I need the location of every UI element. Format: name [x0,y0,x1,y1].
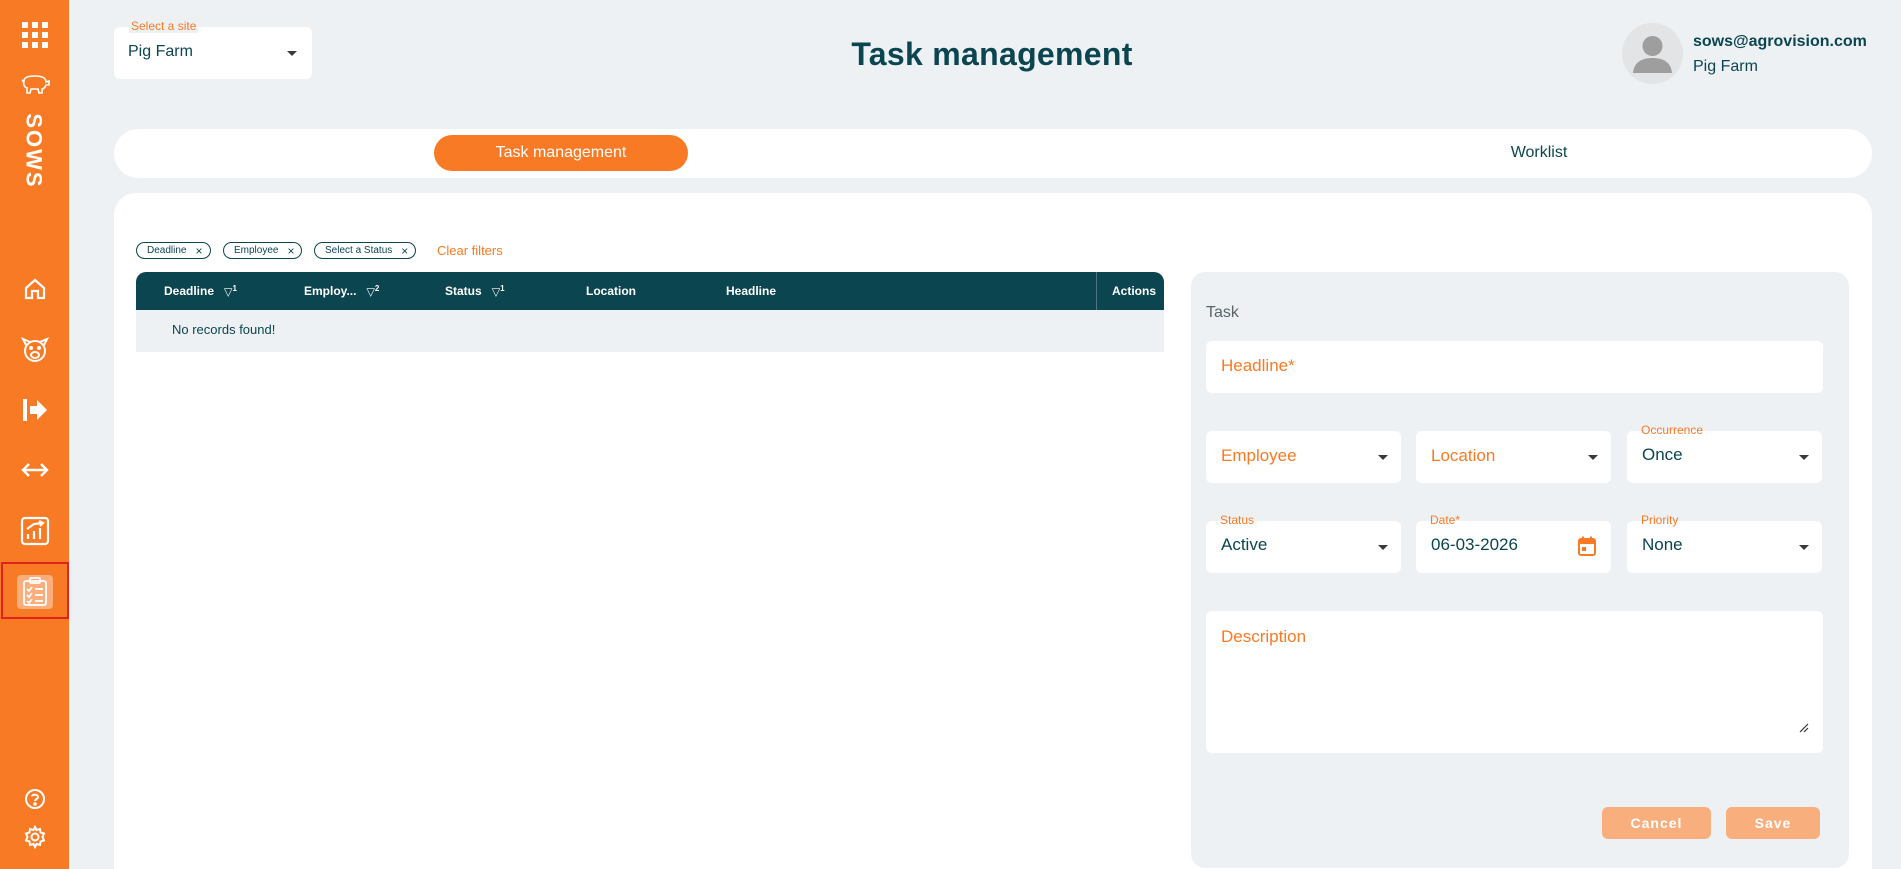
avatar[interactable] [1622,23,1683,84]
description-textarea[interactable]: Description [1206,611,1823,753]
location-placeholder: Location [1431,446,1496,465]
status-label: Status [1220,513,1255,527]
user-email: sows@agrovision.com [1693,33,1867,50]
column-header-employee[interactable]: Employ... ▽2 [304,272,379,310]
priority-value: None [1642,535,1683,554]
chevron-down-icon [1799,545,1809,550]
occurrence-label: Occurrence [1641,423,1704,437]
filter-chip-deadline[interactable]: Deadline × [136,242,211,259]
occurrence-value: Once [1642,445,1683,464]
filter-sort-icon[interactable]: ▽2 [366,284,379,299]
column-header-status[interactable]: Status ▽1 [445,272,505,310]
chevron-down-icon [1588,455,1598,460]
user-site: Pig Farm [1693,58,1758,75]
help-icon[interactable] [0,788,69,810]
transfer-arrows-icon[interactable] [0,458,69,482]
filter-chip-status[interactable]: Select a Status × [314,242,417,259]
date-label: Date* [1430,513,1461,527]
tab-worklist[interactable]: Worklist [1414,135,1664,171]
tab-bar: Task management Worklist [114,129,1872,178]
headline-input[interactable]: Headline* [1206,341,1823,393]
column-header-actions: Actions [1112,284,1157,298]
piglet-face-icon[interactable] [0,335,69,365]
close-icon[interactable]: × [287,245,294,257]
close-icon[interactable]: × [195,245,202,257]
priority-select[interactable]: Priority None [1627,513,1822,573]
table-header: Deadline ▽1 Employ... ▽2 Status ▽1 Location… [136,272,1164,310]
brand-logo-text: SOWS [22,113,48,189]
employee-placeholder: Employee [1221,446,1297,465]
status-value: Active [1221,535,1268,554]
exit-arrow-icon[interactable] [0,396,69,424]
sidebar: SOWS [0,0,69,869]
resize-handle-icon[interactable] [1799,718,1809,737]
site-select-label: Select a site [129,19,199,33]
column-header-location[interactable]: Location [586,272,636,310]
cancel-button[interactable]: Cancel [1602,807,1711,839]
settings-icon[interactable] [0,825,69,849]
column-header-deadline[interactable]: Deadline ▽1 [164,272,237,310]
empty-message: No records found! [172,322,276,337]
clipboard-tasks-icon[interactable] [17,575,53,609]
description-placeholder: Description [1221,627,1307,646]
analytics-icon[interactable] [0,516,69,546]
filter-sort-icon[interactable]: ▽1 [224,284,237,299]
chevron-down-icon [1378,545,1388,550]
column-header-headline[interactable]: Headline [726,272,776,310]
page-title: Task management [851,36,1133,72]
table-empty-row: No records found! [136,310,1164,352]
location-select[interactable]: Location [1416,431,1611,483]
close-icon[interactable]: × [401,245,408,257]
chevron-down-icon [1378,455,1388,460]
clear-filters-link[interactable]: Clear filters [437,243,503,258]
priority-label: Priority [1641,513,1679,527]
home-icon[interactable] [0,275,69,303]
headline-placeholder: Headline* [1221,356,1295,375]
filter-chip-employee[interactable]: Employee × [223,242,303,259]
status-select[interactable]: Status Active [1206,513,1401,573]
filter-sort-icon[interactable]: ▽1 [492,284,505,299]
calendar-icon[interactable] [1577,536,1597,561]
tab-task-management[interactable]: Task management [434,135,688,171]
occurrence-select[interactable]: Occurrence Once [1627,423,1822,483]
chevron-down-icon [1799,455,1809,460]
task-form-title: Task [1206,304,1239,321]
pig-icon[interactable] [0,72,69,96]
column-divider [1096,272,1097,310]
date-value: 06-03-2026 [1431,535,1518,554]
active-nav-highlight [1,562,69,619]
employee-select[interactable]: Employee [1206,431,1401,483]
save-button[interactable]: Save [1726,807,1820,839]
date-picker[interactable]: Date* 06-03-2026 [1416,513,1611,573]
